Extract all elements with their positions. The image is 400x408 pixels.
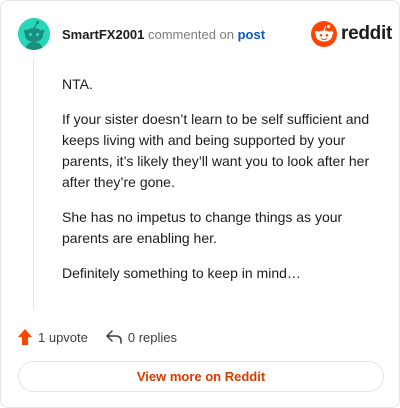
thread-line bbox=[33, 59, 34, 309]
comment-paragraph: If your sister doesn’t learn to be self … bbox=[62, 111, 370, 190]
upvote-count: 1 upvote bbox=[38, 329, 88, 345]
reddit-comment-embed: SmartFX2001 commented on post reddit NTA… bbox=[0, 0, 400, 408]
user-avatar-icon[interactable] bbox=[18, 18, 50, 50]
reply-arrow-icon bbox=[106, 330, 122, 344]
comment-paragraph: NTA. bbox=[62, 76, 93, 92]
comment-actions: 1 upvote 0 replies bbox=[18, 327, 177, 347]
comment-header: SmartFX2001 commented on post bbox=[62, 26, 265, 44]
reddit-logo[interactable]: reddit bbox=[311, 21, 392, 47]
comment-body: NTA. If your sister doesn’t learn to be … bbox=[62, 74, 384, 298]
upvote-button[interactable]: 1 upvote bbox=[18, 329, 88, 345]
username-link[interactable]: SmartFX2001 bbox=[62, 27, 144, 42]
commented-on-text: commented on bbox=[144, 27, 238, 42]
replies-button[interactable]: 0 replies bbox=[106, 330, 177, 345]
post-link[interactable]: post bbox=[238, 27, 265, 42]
reddit-snoo-logo-icon bbox=[311, 21, 337, 47]
upvote-arrow-icon bbox=[18, 329, 32, 345]
replies-count: 0 replies bbox=[127, 329, 178, 345]
reddit-wordmark: reddit bbox=[341, 23, 392, 44]
comment-paragraph: She has no impetus to change things as y… bbox=[62, 209, 343, 246]
view-more-on-reddit-button[interactable]: View more on Reddit bbox=[18, 361, 384, 392]
comment-paragraph: Definitely something to keep in mind… bbox=[62, 265, 301, 281]
